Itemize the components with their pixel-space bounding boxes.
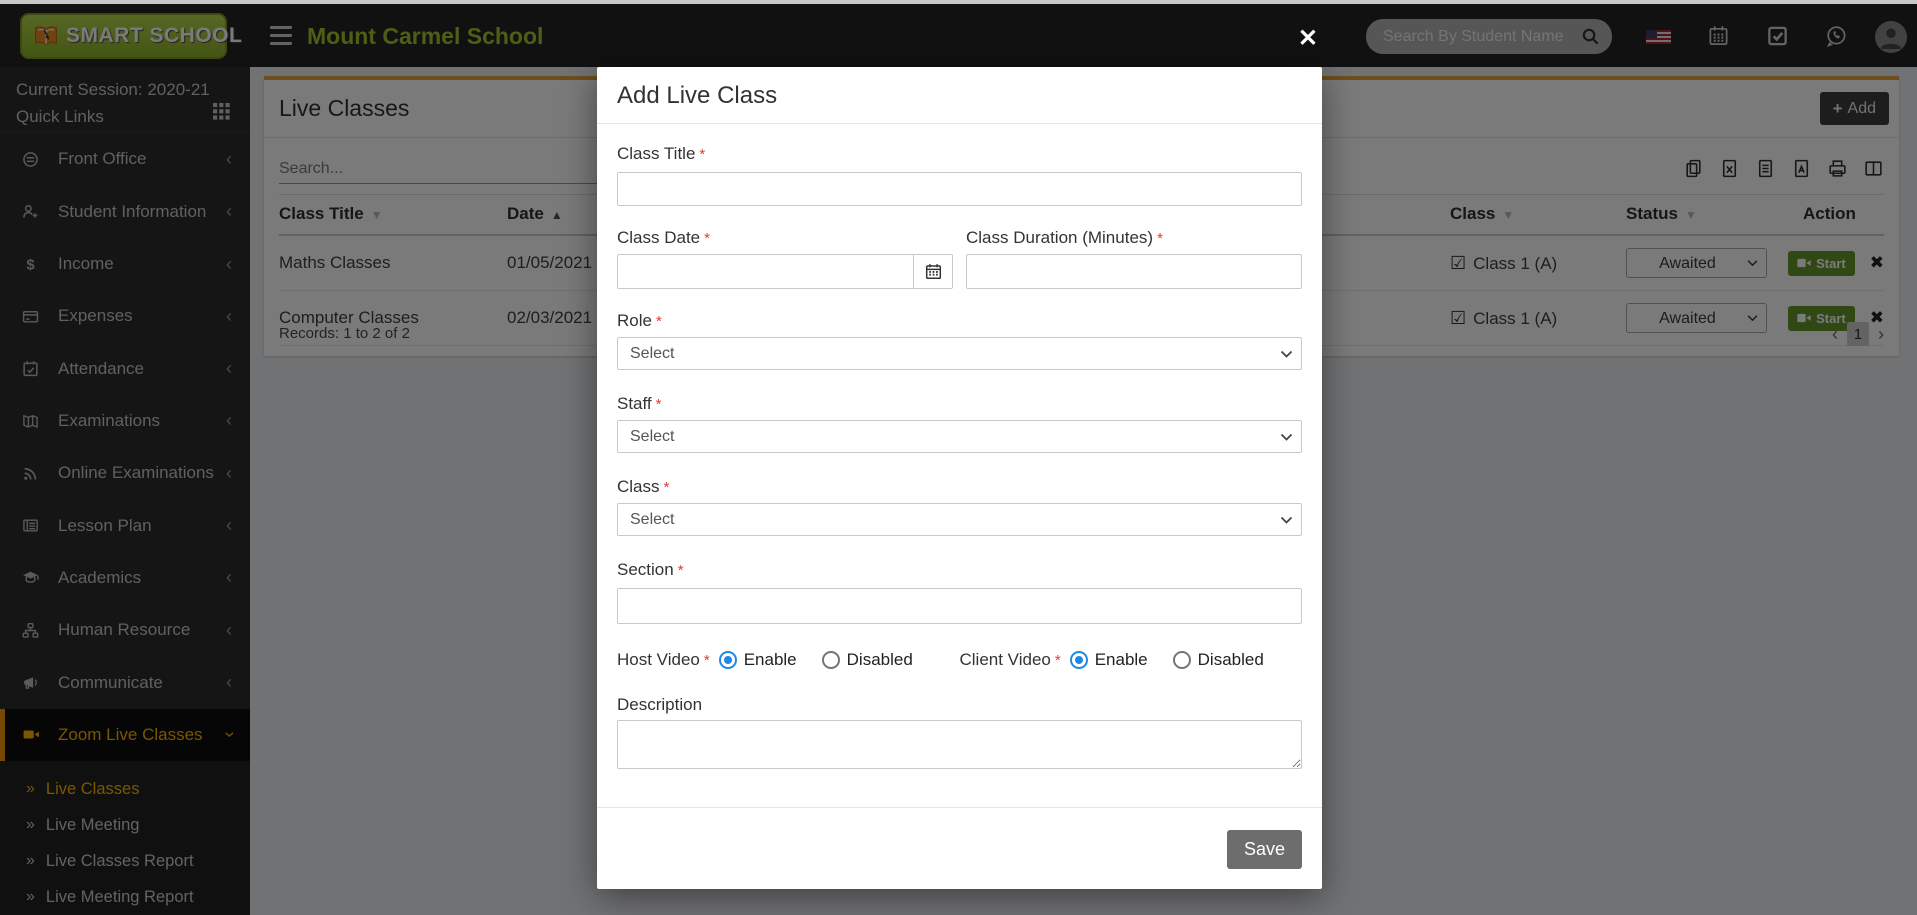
- client-video-disabled-radio[interactable]: [1172, 651, 1191, 669]
- required-mark: *: [655, 396, 662, 413]
- staff-select[interactable]: Select: [617, 420, 1302, 453]
- staff-label: Staff: [617, 394, 652, 413]
- required-mark: *: [703, 651, 710, 669]
- enable-label: Enable: [743, 650, 797, 669]
- datepicker-button[interactable]: [913, 254, 953, 289]
- required-mark: *: [1054, 651, 1061, 669]
- class-label: Class: [617, 477, 660, 496]
- class-title-label: Class Title: [617, 144, 696, 163]
- modal-body: Class Title * Class Date * Class Duration …: [597, 144, 1322, 774]
- client-video-group: Client Video * Enable Disabled: [960, 650, 1303, 670]
- disabled-label: Disabled: [846, 650, 913, 669]
- section-label: Section: [617, 560, 674, 579]
- description-label: Description: [617, 695, 703, 714]
- save-button[interactable]: Save: [1226, 830, 1302, 869]
- host-video-enable-radio[interactable]: [718, 651, 737, 669]
- required-mark: *: [663, 479, 670, 496]
- required-mark: *: [704, 230, 710, 247]
- class-duration-input[interactable]: [966, 254, 1302, 289]
- modal-header: Add Live Class: [597, 67, 1322, 124]
- host-video-group: Host Video * Enable Disabled: [617, 650, 960, 670]
- modal-footer: Save: [597, 807, 1322, 889]
- disabled-label: Disabled: [1197, 650, 1264, 669]
- class-title-input[interactable]: [617, 172, 1302, 206]
- required-mark: *: [655, 313, 662, 330]
- client-video-label: Client Video: [959, 650, 1051, 669]
- required-mark: *: [1157, 230, 1163, 247]
- class-date-input[interactable]: [617, 254, 913, 289]
- role-label: Role: [617, 311, 652, 330]
- section-input[interactable]: [617, 588, 1302, 624]
- modal-title: Add Live Class: [617, 82, 778, 109]
- description-textarea[interactable]: [617, 720, 1302, 769]
- host-video-label: Host Video: [617, 650, 700, 669]
- close-icon[interactable]: ✕: [1298, 27, 1318, 51]
- role-select[interactable]: Select: [617, 337, 1302, 370]
- class-duration-label: Class Duration (Minutes): [966, 228, 1154, 247]
- client-video-enable-radio[interactable]: [1069, 651, 1088, 669]
- add-live-class-modal: ✕ Add Live Class Class Title * Class Date…: [597, 27, 1322, 889]
- class-date-label: Class Date: [617, 228, 701, 247]
- window-top-strip: [0, 0, 1917, 4]
- required-mark: *: [699, 146, 706, 163]
- class-select[interactable]: Select: [617, 503, 1302, 536]
- required-mark: *: [677, 562, 684, 579]
- enable-label: Enable: [1094, 650, 1148, 669]
- host-video-disabled-radio[interactable]: [821, 651, 840, 669]
